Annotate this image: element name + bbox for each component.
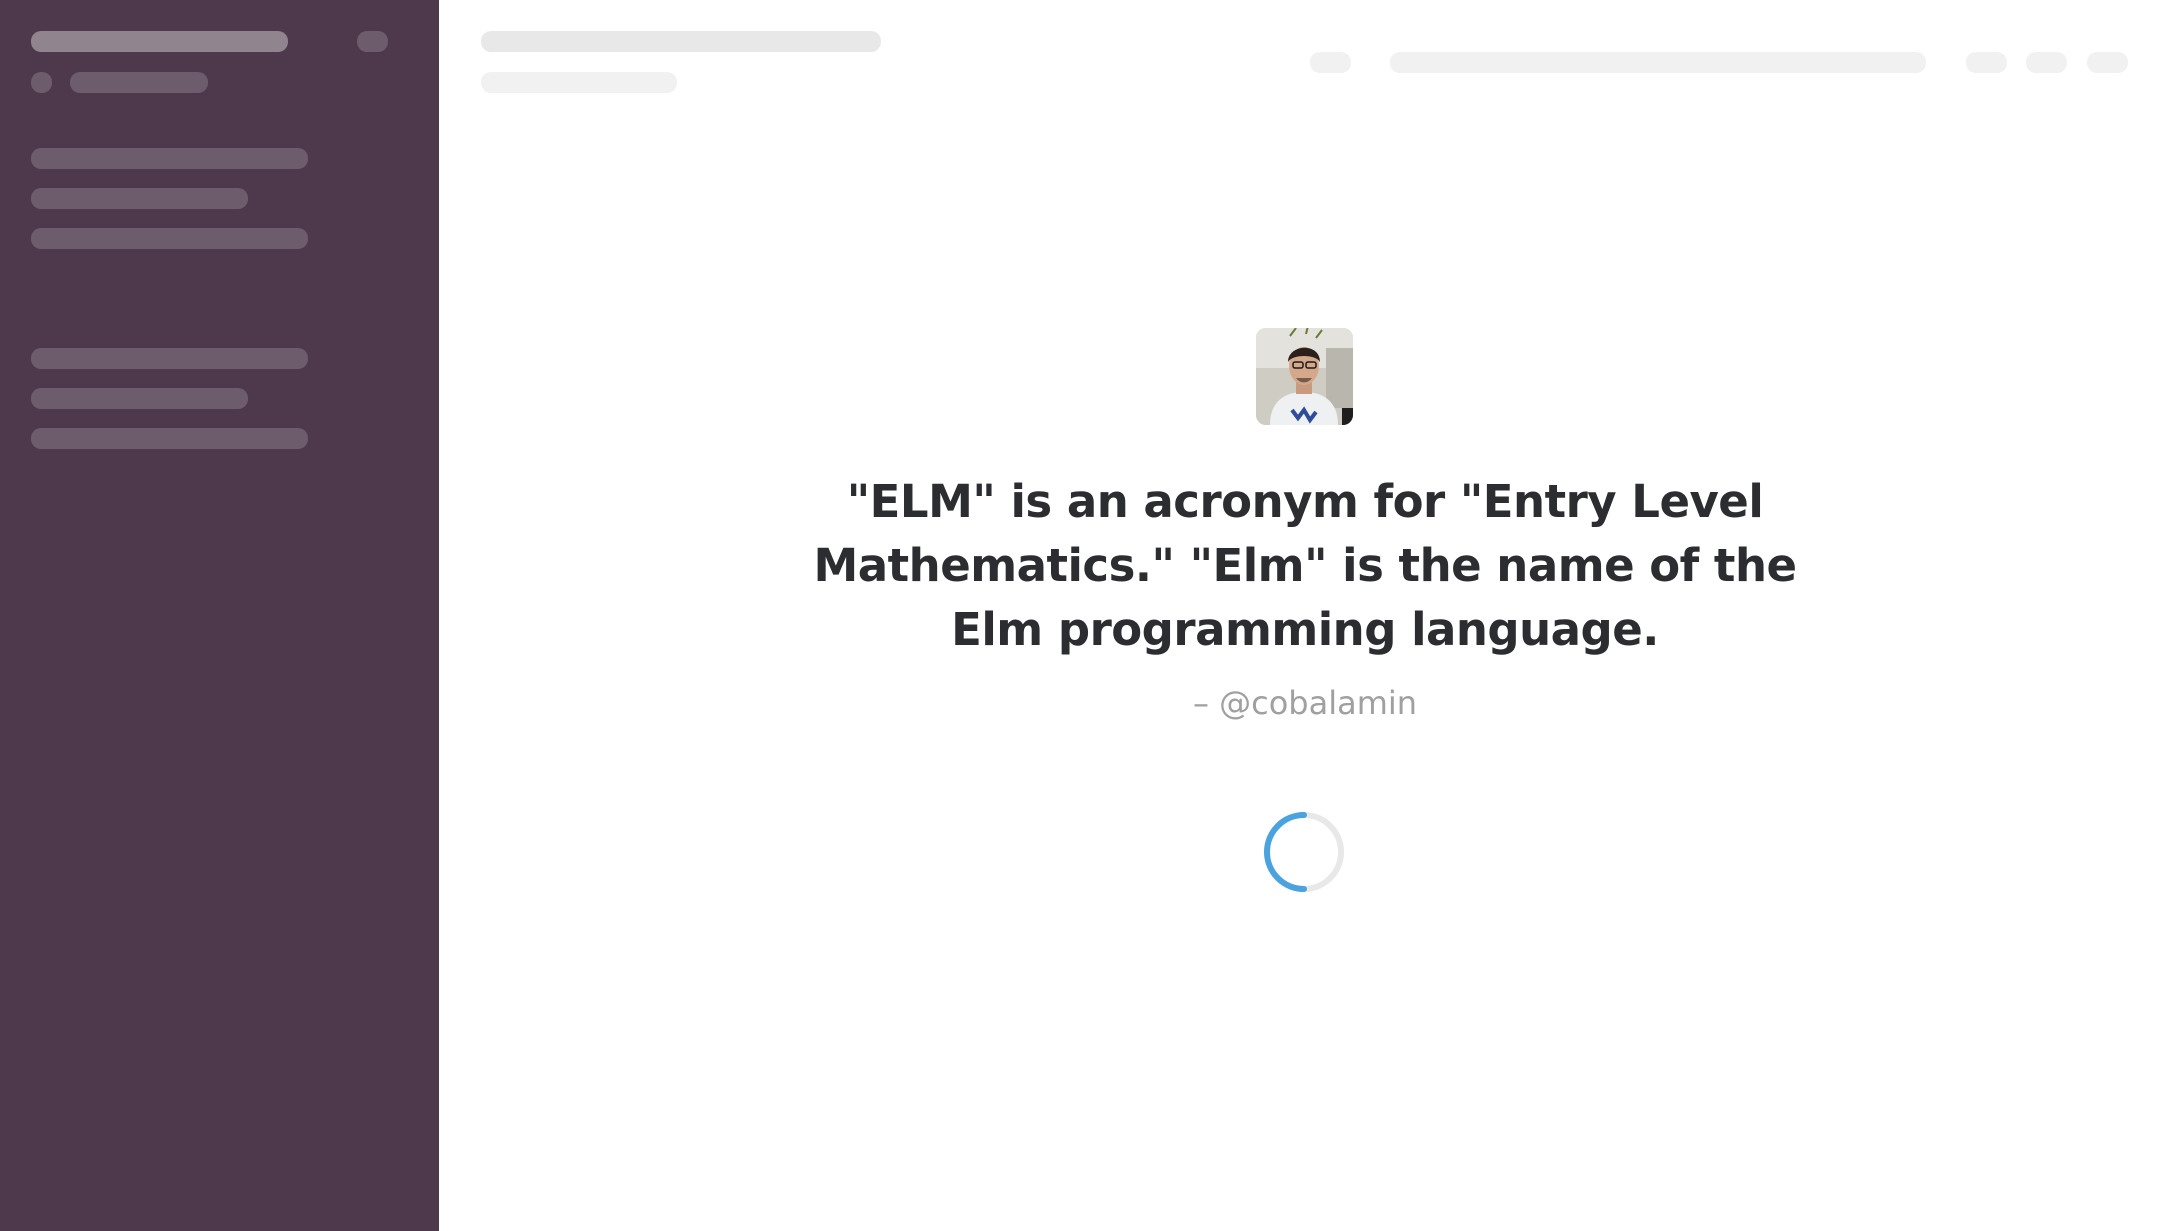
header-icon-placeholder [1310, 52, 1351, 73]
header-icon-placeholder [2026, 52, 2067, 73]
presence-dot-placeholder [31, 72, 52, 93]
sidebar [0, 0, 439, 1231]
dm-placeholder [31, 428, 308, 449]
quote-author-avatar [1256, 328, 1353, 425]
quote-attribution: – @cobalamin [1192, 684, 1418, 722]
header-icon-placeholder [1966, 52, 2007, 73]
loading-quote: "ELM" is an acronym for "Entry Level Mat… [813, 475, 1798, 656]
avatar-photo-icon [1256, 328, 1353, 425]
channel-placeholder [31, 228, 308, 249]
search-bar-placeholder [1390, 52, 1926, 73]
channel-topic-placeholder [481, 72, 677, 93]
channel-title-placeholder [481, 31, 881, 52]
channel-placeholder [31, 188, 248, 209]
app-window: "ELM" is an acronym for "Entry Level Mat… [0, 0, 2167, 1231]
loading-spinner-icon [1264, 812, 1344, 892]
team-name-placeholder [31, 31, 288, 52]
dm-placeholder [31, 348, 308, 369]
header-icon-placeholder [2087, 52, 2128, 73]
dm-placeholder [31, 388, 248, 409]
user-name-placeholder [70, 72, 208, 93]
channel-header [439, 0, 2167, 110]
channel-placeholder [31, 148, 308, 169]
team-menu-placeholder [357, 31, 388, 52]
